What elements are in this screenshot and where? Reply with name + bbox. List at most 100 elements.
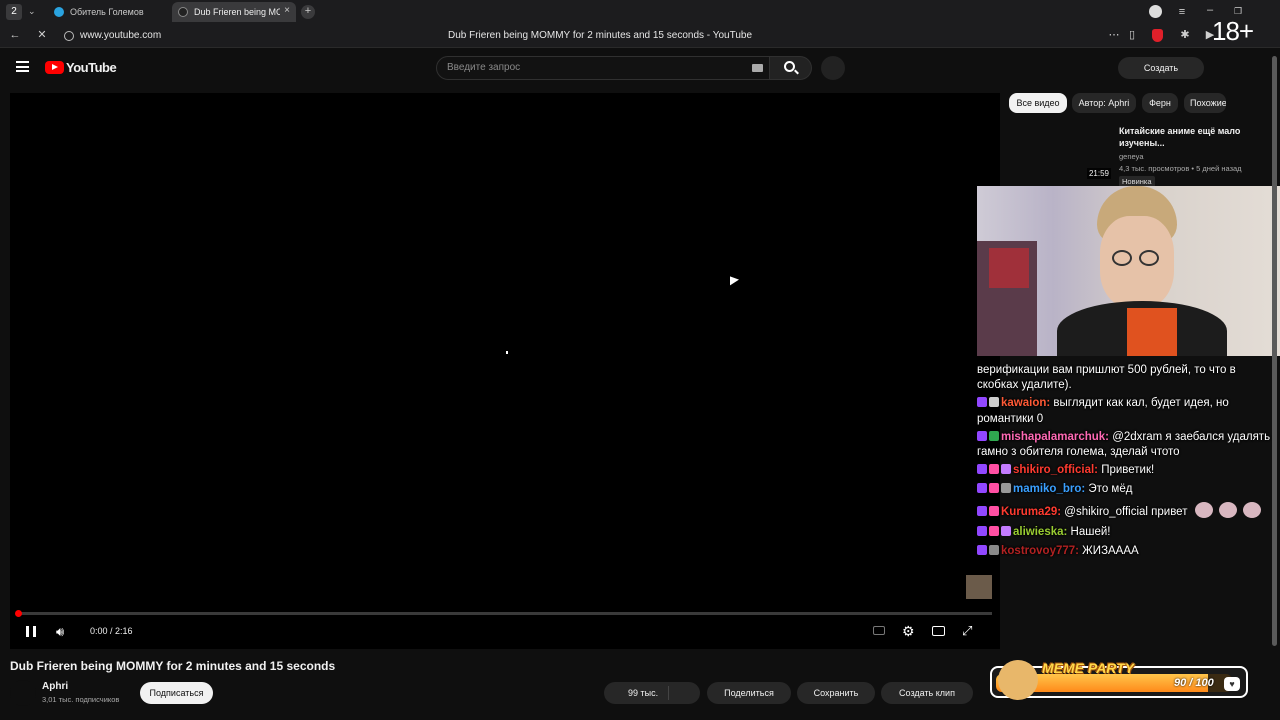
miniplayer-icon[interactable] (932, 626, 945, 636)
chat-username: mamiko_bro: (1013, 483, 1086, 495)
recommendation-channel[interactable]: geneya (1119, 152, 1144, 161)
page-title: Dub Frieren being MOMMY for 2 minutes an… (447, 30, 753, 41)
subscribe-label: Подписаться (149, 688, 204, 698)
site-security-icon[interactable] (64, 31, 74, 41)
recommendation-thumbnail[interactable]: 21:59 (1009, 122, 1113, 182)
save-label: Сохранить (813, 688, 859, 698)
subscriber-count: 3,01 тыс. подписчиков (42, 695, 120, 704)
save-button[interactable]: Сохранить (797, 682, 875, 704)
bookmark-icon[interactable]: ▯ (1125, 29, 1139, 41)
pause-icon[interactable] (26, 626, 36, 637)
like-button[interactable]: 99 тыс. (604, 682, 700, 704)
twitch-badge-icon (977, 397, 987, 407)
profile-icon[interactable] (1149, 5, 1162, 18)
search-button[interactable] (770, 56, 812, 80)
page-scrollbar[interactable] (1272, 56, 1277, 646)
twitch-badge-icon (977, 483, 987, 493)
channel-avatar[interactable] (10, 680, 36, 706)
tab-count-badge[interactable]: 2 (6, 4, 22, 20)
subscribe-button[interactable]: Подписаться (140, 682, 213, 704)
search-placeholder: Введите запрос (447, 62, 521, 73)
close-icon[interactable]: × (284, 5, 290, 16)
keyboard-icon[interactable] (752, 64, 763, 72)
chat-username: mishapalamarchuk: (1001, 431, 1110, 443)
chat-username: kawaion: (1001, 397, 1051, 409)
tab-title: Dub Frieren being MOMMY for 2 minutes an… (194, 7, 280, 17)
chat-text: Это мёд (1085, 483, 1133, 495)
twitch-badge-icon (977, 464, 987, 474)
more-icon[interactable]: ⋯ (1107, 29, 1121, 41)
channel-name[interactable]: Aphri (42, 681, 68, 692)
tab-title: Обитель Големов (70, 7, 144, 17)
share-button[interactable]: Поделиться (707, 682, 791, 704)
verified-check-icon (989, 431, 999, 441)
chevron-down-icon[interactable]: ⌄ (28, 6, 38, 16)
tab-youtube[interactable]: Dub Frieren being MOMMY for 2 minutes an… (172, 2, 296, 22)
new-tab-button[interactable]: + (301, 5, 315, 19)
progress-track[interactable] (15, 610, 992, 617)
volume-icon[interactable]: 🔊︎ (56, 624, 64, 640)
chat-text: ЖИЗАААА (1078, 545, 1139, 557)
heart-icon: ♥ (1224, 677, 1240, 691)
chat-message: mamiko_bro: Это мёд (977, 481, 1132, 498)
twitch-badge-icon (977, 545, 987, 555)
fullscreen-icon[interactable]: ⤢ (962, 623, 972, 639)
chip-all-videos[interactable]: Все видео (1009, 93, 1067, 113)
recommendation-meta: 4,3 тыс. просмотров • 5 дней назад (1119, 164, 1242, 173)
stream-chat-overlay: верификации вам пришлют 500 рублей, то ч… (977, 356, 1280, 566)
webcam-overlay (977, 186, 1280, 356)
progress-scrubber[interactable] (15, 610, 22, 617)
create-clip-button[interactable]: Создать клип (881, 682, 973, 704)
chat-username: kostrovoy777: (1001, 545, 1079, 557)
telegram-icon (54, 7, 64, 17)
time-display: 0:00 / 2:16 (90, 626, 133, 636)
youtube-favicon-icon (178, 7, 188, 17)
stop-loading-icon[interactable]: ✕ (35, 29, 49, 41)
url-field[interactable]: www.youtube.com (80, 30, 161, 41)
youtube-logo[interactable]: YouTube (45, 60, 117, 75)
chat-intro-line: скобках удалите). (977, 379, 1072, 391)
chat-message: kostrovoy777: ЖИЗАААА (977, 543, 1139, 560)
subtitles-icon[interactable] (873, 626, 885, 635)
chip-similar[interactable]: Похожие (1184, 93, 1226, 113)
heart-badge-icon (989, 464, 999, 474)
meme-party-widget: MEME PARTY 90 / 100 ♥ (990, 660, 1248, 700)
youtube-header: YouTube Введите запрос Создать (0, 49, 1280, 89)
chat-username: Kuruma29: (1001, 506, 1062, 518)
chip-fern[interactable]: Ферн (1142, 93, 1178, 113)
divider (668, 686, 669, 700)
chat-message-cont: гамно з обителя голема, зделай чтото (977, 446, 1180, 458)
chat-text: Нашей! (1067, 526, 1111, 538)
chip-label: Все видео (1016, 98, 1060, 108)
extensions-icon[interactable]: ✱ (1178, 29, 1192, 41)
hamburger-menu-icon[interactable] (16, 61, 29, 72)
tab-obitel[interactable]: Обитель Големов (48, 2, 168, 22)
heart-badge-icon (989, 506, 999, 516)
emote-icon (1194, 502, 1213, 518)
voice-search-button[interactable] (821, 56, 845, 80)
search-input[interactable]: Введите запрос (436, 56, 770, 80)
chat-text: @2dxram я заебался удалять (1109, 431, 1271, 443)
twitch-badge-icon (977, 526, 987, 536)
chat-message: aliwieska: Нашей! (977, 524, 1110, 541)
chip-author[interactable]: Автор: Aphri (1072, 93, 1136, 113)
menu-icon[interactable]: ≡ (1175, 6, 1189, 18)
create-label: Создать (1143, 63, 1179, 73)
heart-badge-icon (989, 526, 999, 536)
video-player[interactable]: 🔊︎ 0:00 / 2:16 ⚙ ⤢ (10, 93, 1000, 649)
extension-shield-icon[interactable] (1152, 29, 1163, 42)
back-arrow-icon[interactable]: ← (8, 29, 22, 41)
minimize-icon[interactable]: – (1203, 4, 1217, 16)
emote-icon (1218, 502, 1237, 518)
age-rating-badge: 18+ (1212, 16, 1254, 46)
youtube-play-icon (45, 61, 64, 74)
meme-progress-text: 90 / 100 (1174, 677, 1214, 689)
recommendation-title[interactable]: Китайские аниме ещё мало изучены... (1119, 125, 1244, 149)
twitch-badge-icon (977, 506, 987, 516)
gift-badge-icon (1001, 526, 1011, 536)
channel-watermark[interactable] (966, 575, 992, 599)
create-button[interactable]: Создать (1118, 57, 1204, 79)
settings-gear-icon[interactable]: ⚙ (902, 623, 915, 640)
chat-message-cont: романтики 0 (977, 413, 1044, 425)
gift-badge-icon (1001, 464, 1011, 474)
